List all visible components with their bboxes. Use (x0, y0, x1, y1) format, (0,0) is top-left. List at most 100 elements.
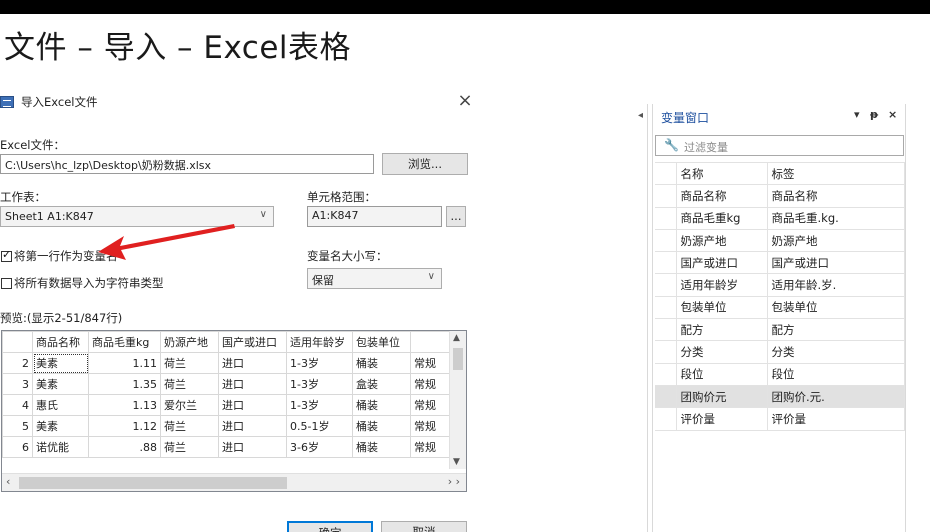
scroll-left-icon[interactable]: ‹ (6, 475, 10, 488)
table-row[interactable]: 5 美素 1.12 荷兰 进口 0.5-1岁 桶装 常规 (2, 415, 455, 437)
dialog-titlebar: 导入Excel文件 × (0, 88, 478, 118)
table-cell[interactable]: 盒装 (352, 373, 411, 395)
as-string-label: 将所有数据导入为字符串类型 (14, 276, 164, 290)
vertical-scrollbar[interactable]: ▲ ▼ (449, 331, 466, 469)
variable-name: 适用年龄岁 (675, 273, 768, 297)
table-cell[interactable]: 爱尔兰 (160, 394, 219, 416)
table-cell[interactable]: 常规 (410, 373, 455, 395)
row-number: 2 (2, 352, 33, 374)
variable-row[interactable]: 奶源产地 奶源产地 (655, 228, 905, 253)
table-cell[interactable]: 0.5-1岁 (286, 415, 353, 437)
table-cell[interactable]: 常规 (410, 352, 455, 374)
row-number: 6 (2, 436, 33, 458)
table-row[interactable]: 3 美素 1.35 荷兰 进口 1-3岁 盒装 常规 (2, 373, 455, 395)
sheet-select-value: Sheet1 A1:K847 (5, 210, 94, 223)
variable-label: 段位 (766, 362, 905, 386)
table-cell[interactable]: 桶装 (352, 352, 411, 374)
row-gutter (655, 407, 677, 431)
variable-row[interactable]: 包装单位 包装单位 (655, 295, 905, 320)
variable-label: 奶源产地 (766, 228, 905, 253)
horizontal-scrollbar[interactable]: ‹ › › (2, 473, 466, 491)
table-cell[interactable]: 美素 (32, 415, 89, 437)
variable-name: 分类 (675, 340, 768, 364)
table-cell[interactable]: 1.11 (88, 352, 161, 374)
table-cell[interactable]: 1.13 (88, 394, 161, 416)
table-cell[interactable]: 常规 (410, 436, 455, 458)
file-path-input[interactable]: C:\Users\hc_lzp\Desktop\奶粉数据.xlsx (0, 154, 374, 174)
as-string-checkbox[interactable] (1, 278, 12, 289)
table-cell[interactable]: 惠氏 (32, 394, 89, 416)
row-gutter (655, 184, 677, 208)
table-cell[interactable]: 诺优能 (32, 436, 89, 458)
table-cell[interactable]: 桶装 (352, 394, 411, 416)
pin-icon[interactable]: ᵽ (870, 108, 878, 121)
variable-row[interactable]: 国产或进口 国产或进口 (655, 251, 905, 275)
variable-row[interactable]: 段位 段位 (655, 362, 905, 386)
excel-file-label: Excel文件： (0, 138, 65, 152)
red-arrow-annotation (98, 224, 235, 260)
table-cell[interactable]: 进口 (218, 373, 287, 395)
column-header: 奶源产地 (160, 331, 219, 353)
column-header (410, 331, 455, 353)
table-cell[interactable]: 进口 (218, 436, 287, 458)
table-cell[interactable]: 常规 (410, 394, 455, 416)
preview-grid[interactable]: 商品名称 商品毛重kg 奶源产地 国产或进口 适用年龄岁 包装单位 2 美素 1.1… (1, 330, 467, 492)
table-cell[interactable]: 1-3岁 (286, 352, 353, 374)
check-icon: ✓ (2, 248, 12, 261)
close-icon[interactable]: × (454, 90, 476, 112)
filter-variables-input[interactable]: 🔧 过滤变量 (655, 135, 904, 156)
table-cell[interactable]: 1-3岁 (286, 373, 353, 395)
table-cell[interactable]: 3-6岁 (286, 436, 353, 458)
table-cell[interactable]: 美素 (32, 373, 89, 395)
panel-splitter[interactable]: ◂ (638, 104, 648, 532)
table-cell[interactable]: 1.12 (88, 415, 161, 437)
chevron-down-icon: ∨ (427, 271, 435, 282)
table-cell[interactable]: 1-3岁 (286, 394, 353, 416)
scroll-right-icon[interactable]: › › (448, 475, 460, 488)
first-row-checkbox[interactable]: ✓ (1, 248, 12, 262)
range-input[interactable]: A1:K847 (307, 206, 442, 227)
variable-label: 包装单位 (766, 295, 905, 320)
label-column-header: 标签 (766, 161, 905, 186)
variable-row[interactable]: 商品名称 商品名称 (655, 184, 905, 208)
variable-row[interactable]: 配方 配方 (655, 318, 905, 342)
table-cell[interactable]: 进口 (218, 394, 287, 416)
variable-row[interactable]: 评价量 评价量 (655, 407, 905, 431)
table-cell[interactable]: 荷兰 (160, 436, 219, 458)
scroll-thumb[interactable] (453, 348, 463, 370)
dropdown-icon[interactable]: ▾ (854, 108, 860, 121)
browse-button[interactable]: 浏览... (382, 153, 468, 175)
range-picker-button[interactable]: ... (446, 206, 466, 227)
case-select[interactable]: 保留 ∨ (307, 268, 442, 289)
variable-row[interactable]: 适用年龄岁 适用年龄.岁. (655, 273, 905, 297)
cancel-button[interactable]: 取消 (381, 521, 467, 532)
table-cell[interactable]: 进口 (218, 352, 287, 374)
variable-label: 分类 (766, 340, 905, 364)
table-cell[interactable]: .88 (88, 436, 161, 458)
table-cell[interactable]: 荷兰 (160, 415, 219, 437)
table-row[interactable]: 6 诺优能 .88 荷兰 进口 3-6岁 桶装 常规 (2, 436, 455, 458)
table-cell[interactable]: 1.35 (88, 373, 161, 395)
variable-row[interactable]: 团购价元 团购价.元. (655, 384, 905, 409)
scroll-thumb[interactable] (19, 477, 287, 489)
variable-row[interactable]: 商品毛重kg 商品毛重.kg. (655, 206, 905, 230)
variable-row[interactable]: 分类 分类 (655, 340, 905, 364)
ok-button[interactable]: 确定 (287, 521, 373, 532)
table-cell[interactable]: 荷兰 (160, 373, 219, 395)
scroll-down-icon[interactable]: ▼ (453, 457, 460, 467)
table-cell[interactable]: 美素 (32, 352, 89, 374)
scroll-up-icon[interactable]: ▲ (453, 333, 460, 343)
case-select-value: 保留 (312, 274, 334, 287)
table-cell[interactable]: 常规 (410, 415, 455, 437)
table-cell[interactable]: 桶装 (352, 415, 411, 437)
table-row[interactable]: 4 惠氏 1.13 爱尔兰 进口 1-3岁 桶装 常规 (2, 394, 455, 416)
table-cell[interactable]: 荷兰 (160, 352, 219, 374)
table-row[interactable]: 2 美素 1.11 荷兰 进口 1-3岁 桶装 常规 (2, 352, 455, 374)
top-black-bar (0, 0, 930, 14)
variable-name: 配方 (675, 318, 768, 342)
table-cell[interactable]: 桶装 (352, 436, 411, 458)
table-cell[interactable]: 进口 (218, 415, 287, 437)
row-gutter (655, 273, 677, 297)
close-icon[interactable]: × (888, 108, 897, 121)
wrench-icon: 🔧 (664, 138, 679, 152)
